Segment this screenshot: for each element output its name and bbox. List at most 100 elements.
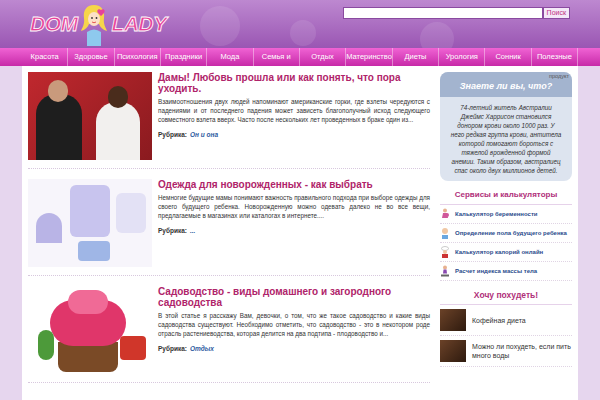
- nav-item[interactable]: Психология: [115, 48, 161, 66]
- rubric-link[interactable]: Он и она: [190, 130, 218, 140]
- service-link[interactable]: Расчет индекса массы тела: [455, 267, 537, 275]
- main: Дамы! Любовь прошла или как понять, что …: [22, 66, 578, 400]
- service-link[interactable]: Калькулятор калорий онлайн: [455, 248, 543, 256]
- article-image[interactable]: [28, 179, 152, 267]
- nav-label[interactable]: Диеты: [404, 51, 426, 62]
- nav-item[interactable]: Мода: [207, 48, 253, 66]
- article-body: Садоводство - виды домашнего и загородно…: [158, 286, 430, 374]
- person-shape: [48, 80, 68, 102]
- main-nav: Красота Здоровье Психология Праздники Мода Се…: [0, 48, 600, 66]
- nav-label[interactable]: Отдых: [311, 51, 334, 62]
- nav-label[interactable]: Здоровье: [74, 51, 107, 62]
- lose-weight-heading: Хочу похудеть!: [440, 289, 572, 306]
- article-excerpt: Взаимоотношения двух людей напоминают ам…: [158, 97, 430, 124]
- thumbnail: [440, 309, 466, 331]
- flowers-shape: [68, 290, 108, 314]
- article-title[interactable]: Садоводство - виды домашнего и загородно…: [158, 286, 430, 308]
- service-item[interactable]: Расчет индекса массы тела: [440, 262, 572, 281]
- article-image[interactable]: [28, 72, 152, 160]
- clothes-shape: [36, 213, 62, 243]
- nav-item[interactable]: Материнство: [346, 48, 393, 66]
- article: Садоводство - виды домашнего и загородно…: [28, 286, 430, 383]
- search-button[interactable]: Поиск: [543, 7, 570, 19]
- services-heading: Сервисы и калькуляторы: [440, 189, 572, 205]
- nav-item[interactable]: Красота: [22, 48, 68, 66]
- rubric-label: Рубрика:: [158, 226, 187, 236]
- nav-label[interactable]: Семья и: [262, 51, 291, 62]
- article-body: Одежда для новорожденных - как выбрать Не…: [158, 179, 430, 267]
- service-link[interactable]: Определение пола будущего ребенка: [455, 229, 567, 237]
- lose-weight-item[interactable]: Кофейная диета: [440, 305, 572, 336]
- cook-icon: [440, 246, 450, 258]
- service-link[interactable]: Калькулятор беременности: [455, 210, 538, 218]
- article-rubric: Рубрика:...: [158, 226, 430, 236]
- rubric-link[interactable]: ...: [190, 226, 195, 236]
- nav-label[interactable]: Сонник: [495, 51, 520, 62]
- nav-item[interactable]: Урология: [439, 48, 485, 66]
- nav-item[interactable]: Диеты: [393, 48, 439, 66]
- nav-item[interactable]: Праздники: [161, 48, 207, 66]
- baby-icon: [440, 227, 450, 239]
- nav-item[interactable]: Отдых: [300, 48, 346, 66]
- thumbnail: [440, 340, 466, 362]
- rubric-label: Рубрика:: [158, 130, 187, 140]
- lose-weight-link[interactable]: Можно ли похудеть, если пить много воды: [472, 342, 572, 360]
- bubble: [420, 22, 454, 48]
- article-title[interactable]: Дамы! Любовь прошла или как понять, что …: [158, 72, 430, 94]
- article-rubric: Рубрика:Отдых: [158, 344, 430, 354]
- article-excerpt: В этой статье я расскажу Вам, девочки, о…: [158, 311, 430, 338]
- leaves-shape: [38, 330, 54, 360]
- article-excerpt: Немногие будущие мамы понимают важность …: [158, 193, 430, 220]
- girl-icon: [79, 2, 109, 46]
- lose-weight-item[interactable]: Можно ли похудеть, если пить много воды: [440, 336, 572, 367]
- clothes-shape: [70, 185, 110, 237]
- rubric-link[interactable]: Отдых: [190, 344, 214, 354]
- fact-title: Знаете ли вы, что?: [440, 80, 572, 94]
- service-item[interactable]: Калькулятор беременности: [440, 205, 572, 224]
- nav-label[interactable]: Материнство: [346, 51, 392, 62]
- fact-header: продуктЗнаете ли вы, что?: [440, 72, 572, 97]
- nav-item[interactable]: Сонник: [485, 48, 531, 66]
- search-bar: Поиск: [343, 0, 570, 48]
- person-shape: [108, 86, 128, 108]
- fact-tag: продукт: [549, 73, 572, 80]
- nav-item[interactable]: Полезные: [532, 48, 578, 66]
- basket-shape: [58, 342, 118, 372]
- sidebar: продуктЗнаете ли вы, что?74-летний жител…: [440, 72, 572, 400]
- nav-label[interactable]: Мода: [220, 51, 239, 62]
- nav-label[interactable]: Полезные: [537, 51, 572, 62]
- fact-text: 74-летний житель Австралии Джеймс Харрис…: [440, 97, 572, 181]
- person-shape: [96, 102, 140, 160]
- clothes-shape: [78, 241, 110, 261]
- rubric-label: Рубрика:: [158, 344, 187, 354]
- service-item[interactable]: Определение пола будущего ребенка: [440, 224, 572, 243]
- service-item[interactable]: Калькулятор калорий онлайн: [440, 243, 572, 262]
- article-list: Дамы! Любовь прошла или как понять, что …: [28, 72, 430, 400]
- article-rubric: Рубрика:Он и она: [158, 130, 430, 140]
- fact-box: продуктЗнаете ли вы, что?74-летний жител…: [440, 72, 572, 181]
- lose-weight-link[interactable]: Кофейная диета: [472, 316, 526, 325]
- nav-item[interactable]: Семья и: [254, 48, 300, 66]
- nav-label[interactable]: Психология: [117, 51, 158, 62]
- logo-text[interactable]: LADY: [111, 8, 166, 40]
- logo-text[interactable]: DOM: [30, 8, 77, 40]
- article: Дамы! Любовь прошла или как понять, что …: [28, 72, 430, 169]
- article-image[interactable]: [28, 286, 152, 374]
- person-shape: [36, 94, 82, 160]
- watering-can-shape: [120, 336, 146, 360]
- article-title[interactable]: Одежда для новорожденных - как выбрать: [158, 179, 430, 190]
- header: DOM LADY Поиск: [0, 0, 600, 48]
- article-body: Дамы! Любовь прошла или как понять, что …: [158, 72, 430, 160]
- pregnancy-icon: [440, 208, 450, 220]
- scale-icon: [440, 265, 450, 277]
- logo[interactable]: DOM LADY: [30, 0, 167, 48]
- bubble: [290, 20, 316, 46]
- nav-label[interactable]: Праздники: [165, 51, 202, 62]
- clothes-shape: [116, 193, 146, 233]
- article: Одежда для новорожденных - как выбрать Не…: [28, 179, 430, 276]
- bubble: [200, 6, 240, 46]
- nav-label[interactable]: Урология: [446, 51, 478, 62]
- search-input[interactable]: [343, 7, 543, 19]
- nav-label[interactable]: Красота: [31, 51, 59, 62]
- nav-item[interactable]: Здоровье: [68, 48, 114, 66]
